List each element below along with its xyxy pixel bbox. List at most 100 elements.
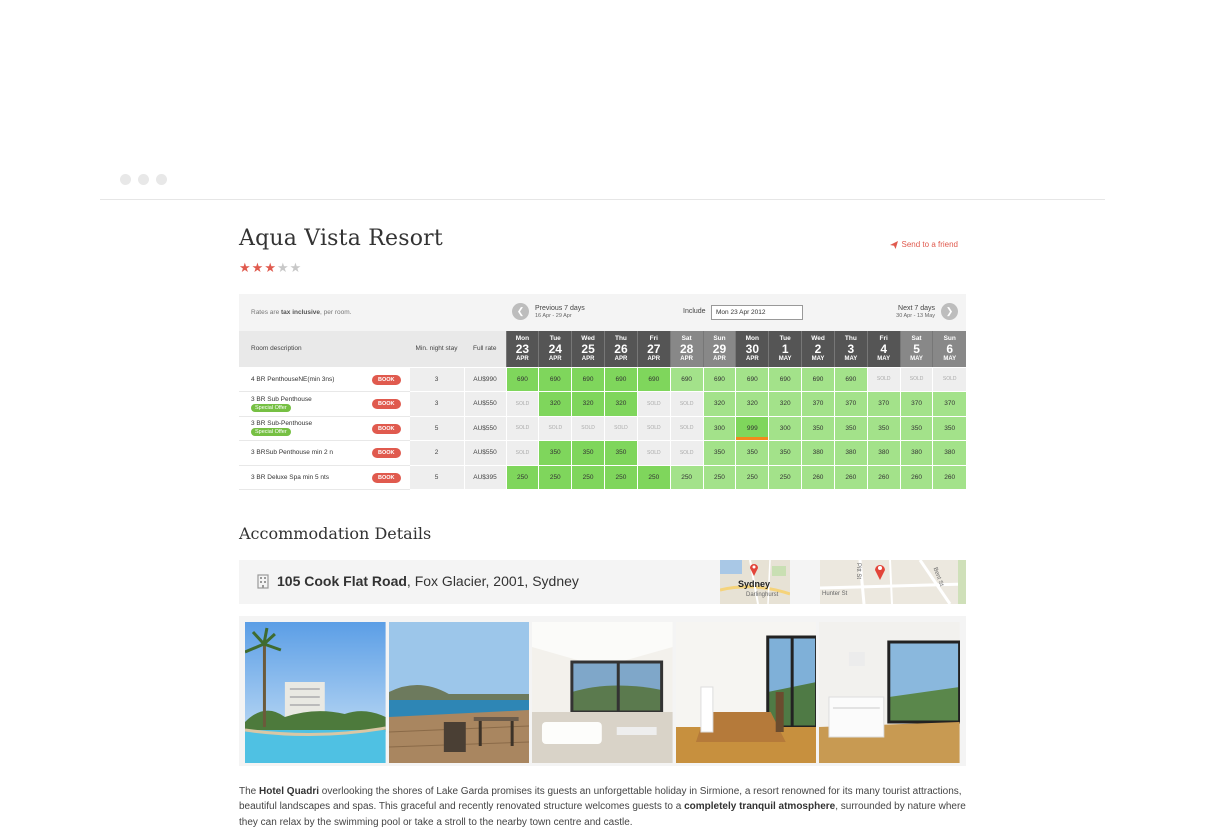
rate-cell[interactable]: 260 [866, 465, 901, 490]
rate-cell[interactable]: 370 [866, 391, 901, 417]
book-button[interactable]: BOOK [372, 374, 401, 385]
book-button[interactable]: BOOK [372, 448, 401, 458]
rate-cell[interactable]: 250 [636, 465, 671, 490]
pool-photo[interactable] [245, 622, 386, 763]
day-header: Wed 25 APR [571, 331, 605, 368]
rate-cell[interactable]: 250 [604, 465, 638, 490]
rate-cell[interactable]: 690 [735, 367, 769, 392]
rate-cell[interactable]: 690 [604, 367, 638, 392]
include-date-input[interactable]: Mon 23 Apr 2012 [711, 305, 803, 320]
rate-cell[interactable]: 370 [833, 391, 868, 417]
sold-cell: SOLD [505, 440, 539, 466]
map-street-label: Hunter St [822, 591, 848, 597]
star-filled-icon: ★ [239, 260, 251, 275]
rate-cell[interactable]: 260 [932, 465, 966, 490]
rate-cell[interactable]: 260 [833, 465, 868, 490]
sold-cell: SOLD [866, 367, 901, 392]
min-night-stay: 3 [408, 367, 464, 392]
rate-cell[interactable]: 380 [833, 440, 868, 466]
street-map[interactable]: Hunter St Pitt St Bent St [820, 560, 966, 604]
rate-cell[interactable]: 690 [833, 367, 868, 392]
tax-note: Rates are tax inclusive, per room. [251, 309, 352, 316]
sold-cell: SOLD [669, 391, 704, 417]
special-offer-badge: Special Offer [251, 428, 291, 437]
rate-cell[interactable]: 690 [702, 367, 736, 392]
rate-cell[interactable]: 370 [932, 391, 966, 417]
rate-cell[interactable]: 320 [604, 391, 638, 417]
send-to-friend-link[interactable]: Send to a friend [889, 240, 958, 249]
send-to-friend-label: Send to a friend [901, 240, 958, 249]
rate-cell[interactable]: 690 [538, 367, 572, 392]
window-dot [138, 174, 149, 185]
paper-plane-icon [889, 240, 898, 249]
rate-cell[interactable]: 320 [538, 391, 572, 417]
street-map-roads [820, 560, 966, 604]
rate-cell[interactable]: 250 [538, 465, 572, 490]
rate-cell[interactable]: 350 [735, 440, 769, 466]
rate-cell[interactable]: 300 [768, 416, 802, 441]
rate-cell[interactable]: 350 [833, 416, 868, 441]
rate-cell[interactable]: 350 [571, 440, 605, 466]
rate-cell[interactable]: 250 [768, 465, 802, 490]
chevron-right-icon[interactable]: ❯ [941, 303, 958, 320]
rate-cell[interactable]: 350 [702, 440, 736, 466]
rate-cell[interactable]: 350 [932, 416, 966, 441]
kitchen-photo[interactable] [819, 622, 960, 763]
include-label: Include [683, 308, 706, 315]
rate-cell[interactable]: 380 [932, 440, 966, 466]
next-7-days[interactable]: Next 7 days 30 Apr - 13 May ❯ [896, 303, 958, 320]
dining-room-photo[interactable] [675, 622, 817, 763]
rate-cell[interactable]: 690 [669, 367, 704, 392]
rate-cell[interactable]: 350 [801, 416, 835, 441]
day-header: Wed 2 MAY [801, 331, 835, 368]
rate-cell[interactable]: 380 [899, 440, 933, 466]
address-text: 105 Cook Flat Road, Fox Glacier, 2001, S… [277, 573, 579, 589]
star-rating: ★ ★ ★ ★ ★ [239, 261, 301, 274]
rate-cell[interactable]: 999 [735, 416, 769, 441]
sold-cell: SOLD [636, 416, 671, 441]
rate-cell[interactable]: 320 [702, 391, 736, 417]
rate-cell[interactable]: 250 [735, 465, 769, 490]
building-icon [257, 574, 269, 589]
star-empty-icon: ★ [289, 260, 302, 275]
deck-ocean-photo[interactable] [388, 622, 530, 763]
day-header: Mon 23 APR [505, 331, 539, 368]
rate-cell[interactable]: 320 [735, 391, 769, 417]
full-rate: AU$550 [463, 391, 506, 417]
chevron-left-icon[interactable]: ❮ [512, 303, 529, 320]
rate-cell[interactable]: 250 [505, 465, 539, 490]
rate-cell[interactable]: 350 [604, 440, 638, 466]
rate-cell[interactable]: 350 [538, 440, 572, 466]
sold-cell: SOLD [932, 367, 966, 392]
room-row: 4 BR PenthouseNE(min 3ns) BOOK 3 AU$990 690 6… [239, 367, 966, 392]
rate-cell[interactable]: 690 [505, 367, 539, 392]
rate-cell[interactable]: 250 [702, 465, 736, 490]
previous-7-days[interactable]: ❮ Previous 7 days 16 Apr - 29 Apr [512, 303, 585, 320]
rate-cell[interactable]: 320 [571, 391, 605, 417]
rate-cell[interactable]: 350 [899, 416, 933, 441]
rate-cell[interactable]: 320 [768, 391, 802, 417]
book-button[interactable]: BOOK [372, 399, 401, 409]
special-offer-badge: Special Offer [251, 403, 291, 412]
rate-cell[interactable]: 350 [866, 416, 901, 441]
city-map[interactable]: Sydney Darlinghurst [720, 560, 790, 604]
rate-cell[interactable]: 260 [801, 465, 835, 490]
rate-cell[interactable]: 370 [801, 391, 835, 417]
sold-cell: SOLD [669, 416, 704, 441]
rate-cell[interactable]: 350 [768, 440, 802, 466]
rate-cell[interactable]: 380 [801, 440, 835, 466]
rate-cell[interactable]: 250 [669, 465, 704, 490]
rate-cell[interactable]: 690 [801, 367, 835, 392]
living-room-photo[interactable] [532, 622, 673, 763]
rate-cell[interactable]: 250 [571, 465, 605, 490]
book-button[interactable]: BOOK [372, 472, 401, 483]
rates-toolbar: Rates are tax inclusive, per room. ❮ Pre… [239, 294, 966, 331]
rate-cell[interactable]: 260 [899, 465, 933, 490]
rate-cell[interactable]: 300 [702, 416, 736, 441]
rate-cell[interactable]: 690 [768, 367, 802, 392]
rate-cell[interactable]: 370 [899, 391, 933, 417]
rate-cell[interactable]: 690 [636, 367, 671, 392]
book-button[interactable]: BOOK [372, 423, 401, 434]
rate-cell[interactable]: 380 [866, 440, 901, 466]
rate-cell[interactable]: 690 [571, 367, 605, 392]
